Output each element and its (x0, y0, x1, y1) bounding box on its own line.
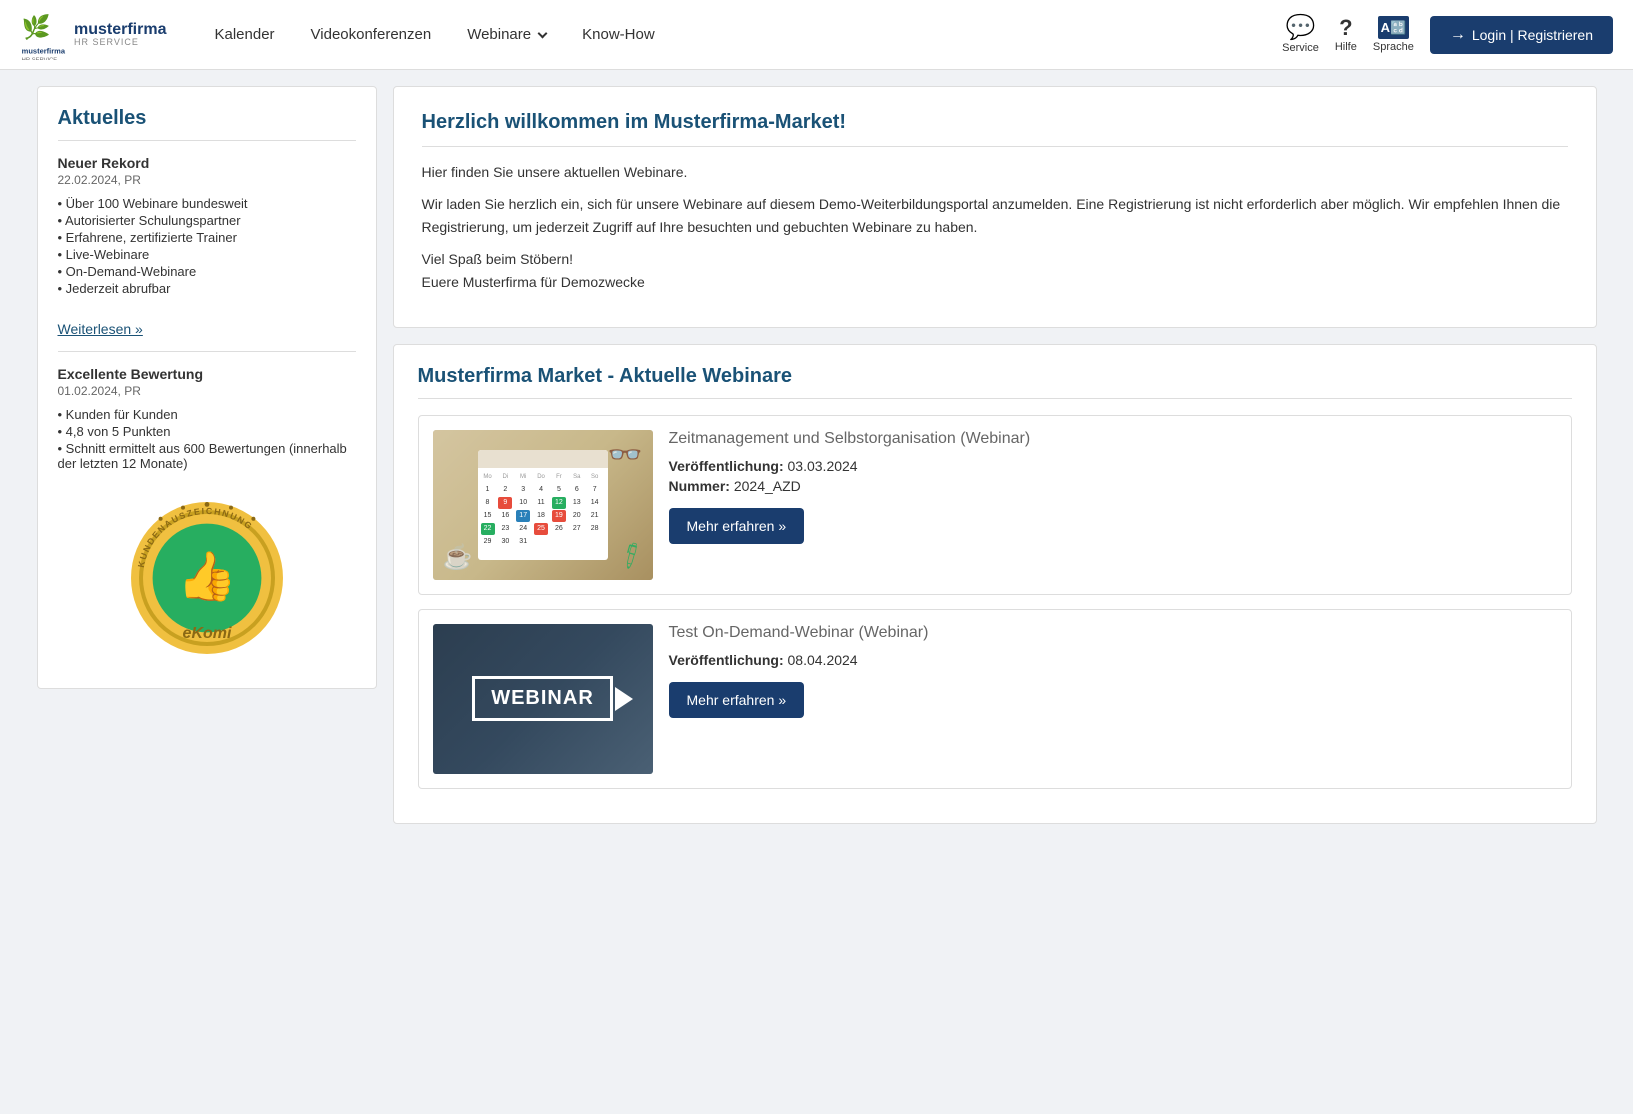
welcome-para-3: Viel Spaß beim Stöbern!Euere Musterfirma… (422, 248, 1568, 293)
list-item: Autorisierter Schulungspartner (58, 212, 356, 229)
main-container: Aktuelles Neuer Rekord 22.02.2024, PR Üb… (17, 70, 1617, 840)
webinar-meta-veroeffentlichung-1: Veröffentlichung: 03.03.2024 (669, 458, 1557, 474)
nummer-value-1: 2024_AZD (734, 478, 801, 494)
webinar-thumbnail-1: Mo Di Mi Do Fr Sa So 1234567 89101112131… (433, 430, 653, 580)
webinar-info-1: Zeitmanagement und Selbstorganisation (W… (669, 430, 1557, 544)
news-item-bewertung: Excellente Bewertung 01.02.2024, PR Kund… (58, 366, 356, 472)
hilfe-label: Hilfe (1335, 41, 1357, 53)
nav-item-videokonferenzen[interactable]: Videokonferenzen (293, 0, 450, 70)
service-icon: 💬 (1286, 16, 1316, 40)
svg-text:musterfirma: musterfirma (22, 46, 66, 55)
mehr-erfahren-button-1[interactable]: Mehr erfahren » (669, 508, 805, 544)
news-title-1: Neuer Rekord (58, 155, 356, 171)
welcome-card: Herzlich willkommen im Musterfirma-Marke… (393, 86, 1597, 328)
webinar-thumbnail-2: WEBINAR (433, 624, 653, 774)
webinars-title: Musterfirma Market - Aktuelle Webinare (418, 365, 1572, 399)
nummer-label-1: Nummer: (669, 478, 730, 494)
sidebar: Aktuelles Neuer Rekord 22.02.2024, PR Üb… (37, 86, 377, 824)
webinar-meta-nummer-1: Nummer: 2024_AZD (669, 478, 1557, 494)
login-label: Login | Registrieren (1472, 27, 1593, 43)
nav-item-kalender[interactable]: Kalender (196, 0, 292, 70)
main-nav: Kalender Videokonferenzen Webinare Know-… (196, 0, 1282, 70)
welcome-para-2: Wir laden Sie herzlich ein, sich für uns… (422, 193, 1568, 238)
sprache-button[interactable]: A🔡 Sprache (1373, 16, 1414, 54)
list-item: Jederzeit abrufbar (58, 280, 356, 297)
webinar-name-2: Test On-Demand-Webinar (Webinar) (669, 624, 1557, 642)
webinar-meta-veroeffentlichung-2: Veröffentlichung: 08.04.2024 (669, 652, 1557, 668)
nav-item-know-how[interactable]: Know-How (564, 0, 673, 70)
chevron-down-icon (538, 28, 548, 38)
list-item: On-Demand-Webinare (58, 263, 356, 280)
veroeffentlichung-value-2: 08.04.2024 (788, 652, 858, 668)
nav-webinare-label: Webinare (467, 26, 531, 43)
svg-text:HR SERVICE: HR SERVICE (22, 57, 58, 59)
webinar-name-1: Zeitmanagement und Selbstorganisation (W… (669, 430, 1557, 448)
list-item: Schnitt ermittelt aus 600 Bewertungen (i… (58, 440, 356, 472)
veroeffentlichung-label-2: Veröffentlichung: (669, 652, 784, 668)
navbar-right: 💬 Service ? Hilfe A🔡 Sprache → Login | R… (1282, 16, 1613, 54)
mehr-erfahren-button-2[interactable]: Mehr erfahren » (669, 682, 805, 718)
list-item: Über 100 Webinare bundesweit (58, 195, 356, 212)
sprache-icon: A🔡 (1378, 16, 1410, 40)
list-item: 4,8 von 5 Punkten (58, 423, 356, 440)
news-title-2: Excellente Bewertung (58, 366, 356, 382)
welcome-text: Hier finden Sie unsere aktuellen Webinar… (422, 161, 1568, 293)
hilfe-button[interactable]: ? Hilfe (1335, 17, 1357, 53)
service-label: Service (1282, 42, 1319, 54)
veroeffentlichung-label-1: Veröffentlichung: (669, 458, 784, 474)
news-list-2: Kunden für Kunden 4,8 von 5 Punkten Schn… (58, 406, 356, 472)
divider (58, 351, 356, 352)
news-date-1: 22.02.2024, PR (58, 173, 356, 187)
list-item: Live-Webinare (58, 246, 356, 263)
list-item: Erfahrene, zertifizierte Trainer (58, 229, 356, 246)
news-list-1: Über 100 Webinare bundesweit Autorisiert… (58, 195, 356, 297)
nav-item-webinare[interactable]: Webinare (449, 0, 564, 70)
svg-text:eKomi: eKomi (182, 625, 231, 642)
navbar: 🌿 musterfirma HR SERVICE musterfirma HR … (0, 0, 1633, 70)
content-area: Herzlich willkommen im Musterfirma-Marke… (393, 86, 1597, 824)
webinar-info-2: Test On-Demand-Webinar (Webinar) Veröffe… (669, 624, 1557, 718)
webinar-item-2: WEBINAR Test On-Demand-Webinar (Webinar)… (418, 609, 1572, 789)
sprache-label: Sprache (1373, 41, 1414, 53)
welcome-title: Herzlich willkommen im Musterfirma-Marke… (422, 111, 1568, 147)
weiterlesen-link[interactable]: Weiterlesen » (58, 321, 143, 337)
logo[interactable]: 🌿 musterfirma HR SERVICE musterfirma HR … (20, 10, 166, 60)
news-card: Aktuelles Neuer Rekord 22.02.2024, PR Üb… (37, 86, 377, 689)
login-button[interactable]: → Login | Registrieren (1430, 16, 1613, 54)
service-button[interactable]: 💬 Service (1282, 16, 1319, 54)
brand-name: musterfirma (74, 21, 166, 39)
svg-text:🌿: 🌿 (22, 13, 51, 41)
webinar-item-1: Mo Di Mi Do Fr Sa So 1234567 89101112131… (418, 415, 1572, 595)
list-item: Kunden für Kunden (58, 406, 356, 423)
svg-text:👍: 👍 (177, 548, 237, 603)
login-arrow-icon: → (1450, 26, 1466, 44)
hilfe-icon: ? (1339, 17, 1352, 39)
ekomi-badge: 👍 KUNDENAUSZEICHNUNG eKomi (127, 498, 287, 658)
sidebar-title: Aktuelles (58, 107, 356, 141)
veroeffentlichung-value-1: 03.03.2024 (788, 458, 858, 474)
news-date-2: 01.02.2024, PR (58, 384, 356, 398)
ekomi-container: 👍 KUNDENAUSZEICHNUNG eKomi (58, 488, 356, 668)
brand-tagline: HR SERVICE (74, 38, 166, 48)
webinars-card: Musterfirma Market - Aktuelle Webinare M… (393, 344, 1597, 824)
webinar-thumb-label: WEBINAR (491, 687, 594, 710)
welcome-para-1: Hier finden Sie unsere aktuellen Webinar… (422, 161, 1568, 183)
news-item-neuer-rekord: Neuer Rekord 22.02.2024, PR Über 100 Web… (58, 155, 356, 297)
